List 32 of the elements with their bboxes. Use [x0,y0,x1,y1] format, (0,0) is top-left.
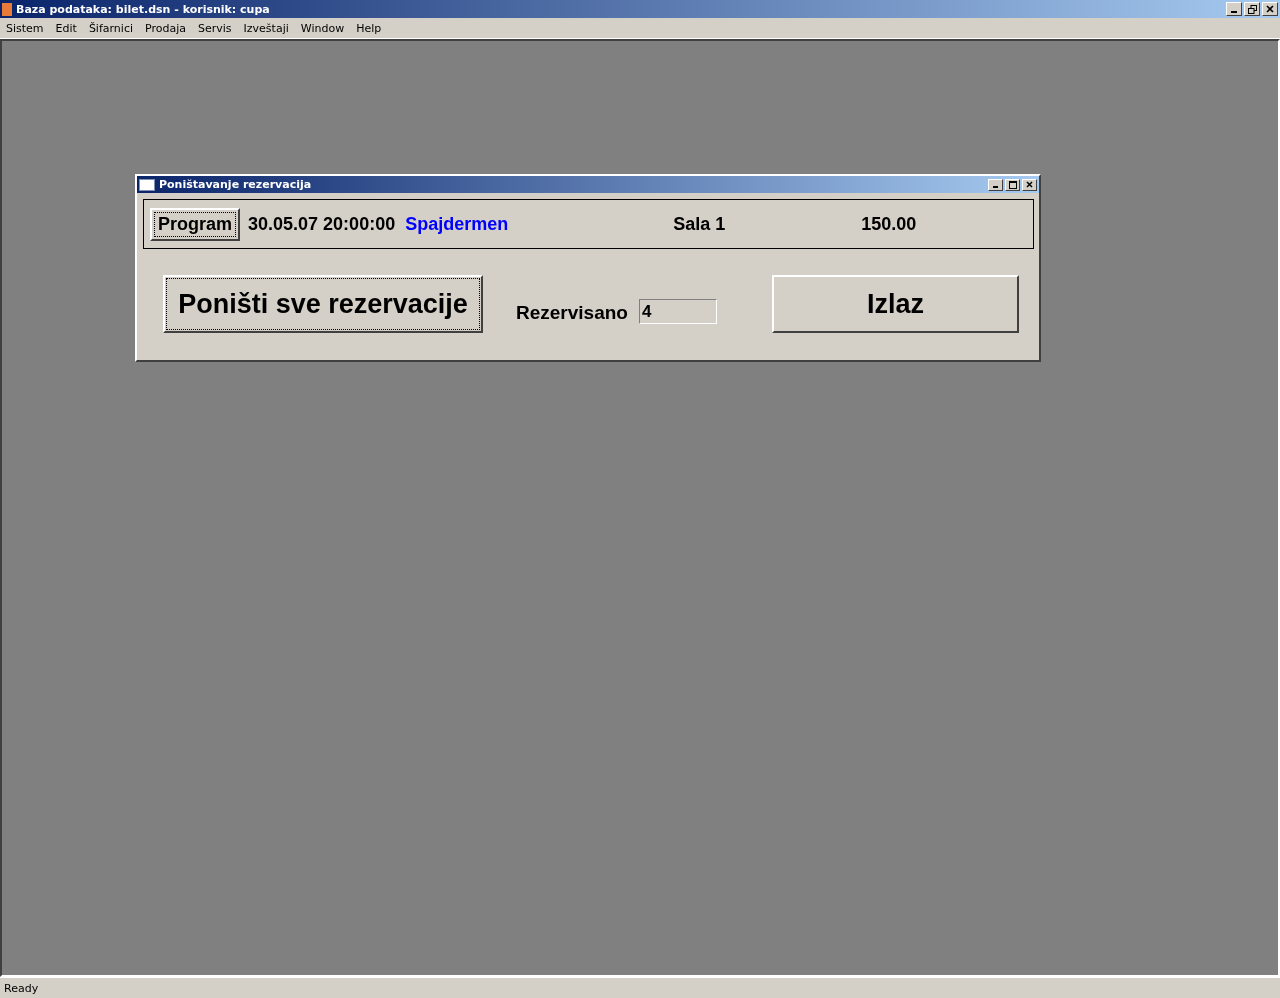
menu-item[interactable]: Window [300,21,345,35]
status-text: Ready [4,981,39,995]
close-button[interactable] [1262,2,1278,16]
cancel-reservations-button[interactable]: Poništi sve rezervacije [163,275,483,333]
menu-item[interactable]: Servis [198,21,232,35]
reserved-label: Rezervisano [516,302,628,324]
ticket-price: 150.00 [861,213,917,235]
hall-name: Sala 1 [673,213,727,235]
menu-item[interactable]: Izveštaji [243,21,289,35]
restore-icon [1247,4,1257,14]
restore-button[interactable] [1244,2,1260,16]
dialog-title: Poništavanje rezervacija [159,178,313,191]
app-icon [2,2,12,16]
reserved-field[interactable]: 4 [638,299,717,324]
minimize-button[interactable] [1226,2,1242,16]
film-title: Spajdermen [405,213,510,235]
close-icon [1266,5,1274,13]
close-icon [1026,181,1033,188]
menu-item[interactable]: Sistem [6,21,44,35]
menu-item[interactable]: Edit [55,21,77,35]
window-title: Baza podataka: bilet.dsn - korisnik: cupa [16,2,271,16]
minimize-button[interactable] [988,178,1003,191]
window-icon [139,178,155,191]
menu-item[interactable]: Help [356,21,382,35]
menu-item[interactable]: Prodaja [145,21,186,35]
maximize-icon [1008,180,1017,189]
close-button[interactable] [1022,178,1037,191]
menu-item[interactable]: Šifarnici [88,21,133,35]
program-button[interactable]: Program [150,207,241,241]
exit-button[interactable]: Izlaz [771,275,1019,333]
screening-datetime: 30.05.07 20:00:00 [248,213,396,235]
maximize-button[interactable] [1005,178,1020,191]
